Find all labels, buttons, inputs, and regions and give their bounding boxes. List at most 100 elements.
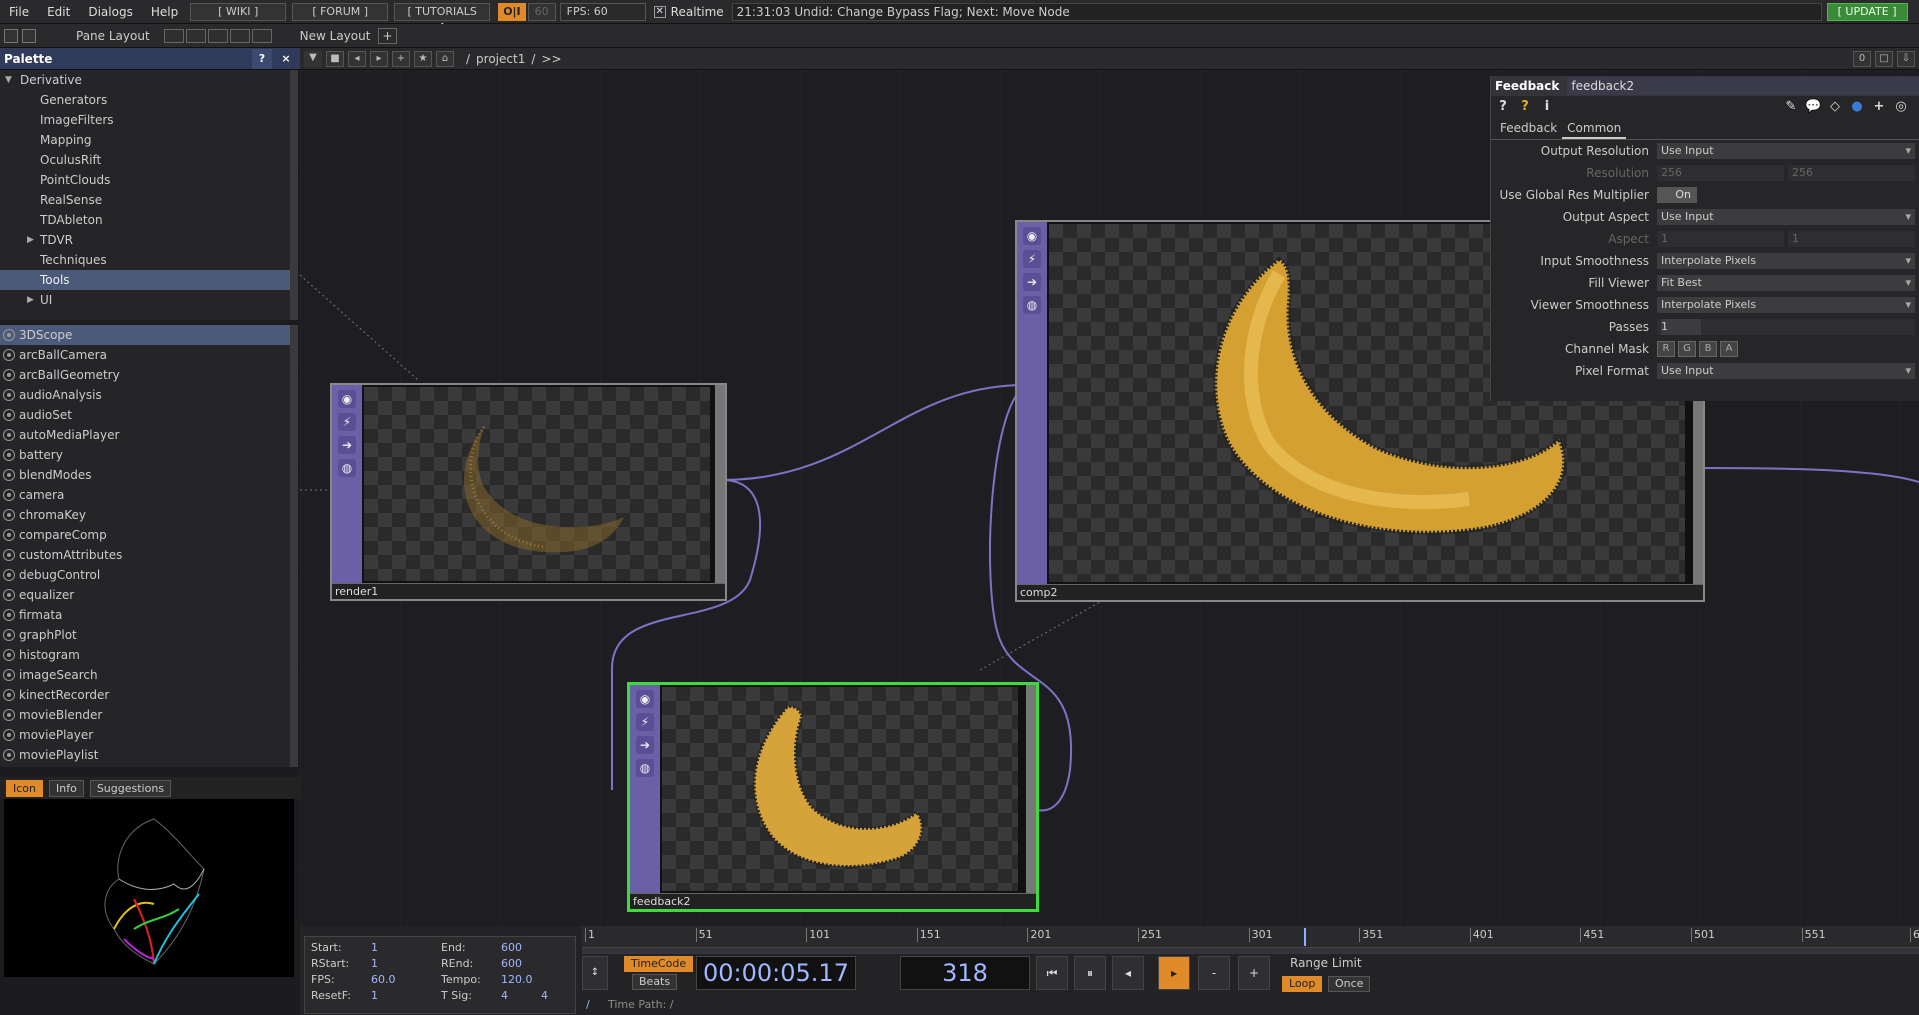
arrow-right-icon[interactable]: ➔ — [1023, 273, 1041, 291]
viewer-icon[interactable]: ◉ — [1023, 227, 1041, 245]
palette-tree-item[interactable]: RealSense — [0, 190, 290, 210]
operator-name-field[interactable]: feedback2 — [1567, 77, 1919, 95]
frame-display[interactable]: 318 — [900, 956, 1030, 990]
viewer-icon[interactable]: ◉ — [636, 690, 654, 708]
node-feedback2[interactable]: ◉ ⚡ ➔ ◍ feedback2 — [627, 682, 1039, 912]
timecode-button[interactable]: TimeCode — [624, 956, 694, 972]
timeline-cursor[interactable] — [1304, 928, 1306, 946]
update-button[interactable]: [ UPDATE ] — [1826, 2, 1908, 21]
pin-icon[interactable]: ⇩ — [1897, 50, 1915, 67]
timecode-display[interactable]: 00:00:05.17 — [696, 956, 856, 990]
tutorials-button[interactable]: [ TUTORIALS ] — [394, 2, 491, 34]
python-help-icon[interactable]: ? — [1517, 99, 1533, 115]
forward-icon[interactable]: ▸ — [370, 50, 388, 67]
parameter-menu[interactable]: Fit Best ▾ — [1657, 275, 1915, 291]
node-render1[interactable]: ◉ ⚡ ➔ ◍ render1 — [330, 383, 727, 601]
palette-list-item[interactable]: arcBallGeometry — [0, 365, 290, 385]
menu-dialogs[interactable]: Dialogs — [79, 5, 141, 19]
palette-tree-item[interactable]: PointClouds — [0, 170, 290, 190]
tsig-value-1[interactable]: 4 — [501, 989, 508, 1002]
tsig-value-2[interactable]: 4 — [541, 989, 548, 1002]
python-icon[interactable]: ● — [1849, 99, 1865, 115]
help-icon[interactable]: ? — [252, 48, 272, 69]
layout-four-icon[interactable] — [251, 28, 272, 43]
stop-icon[interactable]: ■ — [326, 50, 344, 67]
palette-list-item[interactable]: arcBallCamera — [0, 345, 290, 365]
arrow-right-icon[interactable]: ➔ — [338, 436, 356, 454]
channel-mask-button[interactable]: R — [1657, 341, 1675, 357]
parameter-menu[interactable]: Interpolate Pixels ▾ — [1657, 297, 1915, 313]
timeline-ruler[interactable]: 151101151201251301351401451501551600 — [582, 926, 1919, 948]
palette-list-item[interactable]: audioSet — [0, 405, 290, 425]
parameter-value[interactable]: 256 — [1657, 165, 1784, 181]
tab-info[interactable]: Info — [49, 779, 84, 797]
clone-icon[interactable]: ◍ — [338, 459, 356, 477]
parameter-value[interactable]: 1 — [1657, 231, 1784, 247]
pulse-icon[interactable]: ⚡ — [338, 413, 356, 431]
palette-tree-item[interactable]: ▶ TDVR — [0, 230, 290, 250]
palette-tree-item[interactable]: TDAbleton — [0, 210, 290, 230]
step-plus-icon[interactable]: + — [1238, 956, 1270, 990]
parameter-menu[interactable]: Use Input ▾ — [1657, 363, 1915, 379]
layout-split-h-icon[interactable] — [185, 28, 206, 43]
palette-list-item[interactable]: histogram — [0, 645, 290, 665]
timeline-scrollbar[interactable] — [582, 948, 1919, 954]
parameter-slider[interactable]: 1 — [1657, 319, 1915, 335]
pulse-icon[interactable]: ⚡ — [636, 713, 654, 731]
rend-value[interactable]: 600 — [501, 957, 522, 970]
channel-mask-button[interactable]: B — [1699, 341, 1717, 357]
menu-icon[interactable]: ▼ — [304, 50, 322, 67]
parameter-toggle[interactable]: On — [1657, 187, 1697, 203]
fps-value[interactable]: 60.0 — [371, 973, 396, 986]
tab-common[interactable]: Common — [1562, 119, 1627, 139]
arrow-right-icon[interactable]: ➔ — [636, 736, 654, 754]
viewer-icon[interactable]: ◉ — [338, 390, 356, 408]
close-icon[interactable]: × — [276, 49, 296, 69]
fps-cap-button[interactable]: 60 — [527, 2, 556, 21]
palette-list-item[interactable]: 3DScope — [0, 325, 290, 345]
palette-list-item[interactable]: customAttributes — [0, 545, 290, 565]
feedback2-label[interactable]: feedback2 — [630, 893, 1036, 909]
breadcrumb-root[interactable]: / — [466, 52, 470, 66]
palette-list-item[interactable]: movieBlender — [0, 705, 290, 725]
pulse-icon[interactable]: ⚡ — [1023, 250, 1041, 268]
parameter-menu[interactable]: Use Input ▾ — [1657, 209, 1915, 225]
palette-tree-item[interactable]: Generators — [0, 90, 290, 110]
forum-button[interactable]: [ FORUM ] — [292, 2, 389, 21]
play-icon[interactable]: ▸ — [1158, 956, 1190, 990]
palette-list-item[interactable]: camera — [0, 485, 290, 505]
add-layout-button[interactable]: + — [378, 27, 397, 44]
rewind-icon[interactable]: ⏮ — [1036, 956, 1068, 990]
palette-list-item[interactable]: audioAnalysis — [0, 385, 290, 405]
palette-list-item[interactable]: autoMediaPlayer — [0, 425, 290, 445]
palette-list-item[interactable]: moviePlaylist — [0, 745, 290, 765]
once-button[interactable]: Once — [1328, 976, 1371, 992]
info-icon[interactable]: i — [1539, 99, 1555, 115]
parameter-value-2[interactable]: 1 — [1788, 231, 1915, 247]
help-icon[interactable]: ? — [1495, 99, 1511, 115]
step-minus-icon[interactable]: - — [1198, 956, 1230, 990]
wiki-button[interactable]: [ WIKI ] — [190, 2, 287, 21]
timeline-toggle[interactable]: ↕ — [582, 956, 608, 990]
render1-label[interactable]: render1 — [332, 583, 725, 599]
palette-tree-item[interactable]: ▼ Derivative — [0, 70, 290, 90]
palette-list-item[interactable]: battery — [0, 445, 290, 465]
parameter-value-2[interactable]: 256 — [1788, 165, 1915, 181]
breadcrumb-project[interactable]: project1 — [476, 52, 525, 66]
tab-suggestions[interactable]: Suggestions — [89, 779, 172, 797]
parameter-menu[interactable]: Use Input ▾ — [1657, 143, 1915, 159]
channel-mask-button[interactable]: A — [1720, 341, 1738, 357]
maximize-icon[interactable]: □ — [1875, 50, 1893, 67]
parameter-menu[interactable]: Interpolate Pixels ▾ — [1657, 253, 1915, 269]
palette-tree-item[interactable]: ImageFilters — [0, 110, 290, 130]
step-back-icon[interactable]: ◂ — [1112, 956, 1144, 990]
palette-tree-item[interactable]: ▶ UI — [0, 290, 290, 310]
palette-list-item[interactable]: debugControl — [0, 565, 290, 585]
menu-help[interactable]: Help — [142, 5, 187, 19]
palette-list-item[interactable]: chromaKey — [0, 505, 290, 525]
tab-icon[interactable]: Icon — [6, 779, 43, 797]
palette-tree-item[interactable]: Tools — [0, 270, 290, 290]
layout-single-icon[interactable] — [163, 28, 184, 43]
chevron-down-icon[interactable]: ▼ — [5, 70, 12, 90]
target-icon[interactable]: ◎ — [1893, 99, 1909, 115]
